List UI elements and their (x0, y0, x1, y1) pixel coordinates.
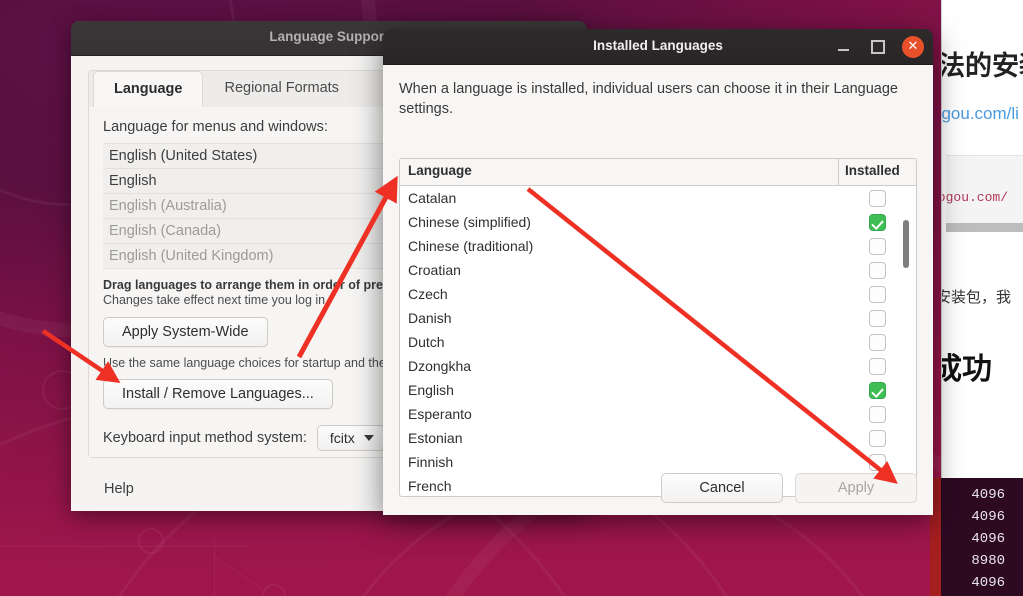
bg-link[interactable]: ogou.com/li (942, 104, 1019, 124)
language-name-cell: Dutch (408, 334, 445, 350)
table-row[interactable]: Chinese (traditional) (400, 234, 916, 258)
table-row[interactable]: Danish (400, 306, 916, 330)
installed-languages-titlebar[interactable]: Installed Languages ✕ (383, 29, 933, 65)
install-remove-languages-button[interactable]: Install / Remove Languages... (103, 379, 333, 409)
background-browser-page: 法的安装 ogou.com/li sogou.com/ 安装包，我 成功 (941, 0, 1023, 500)
table-row[interactable]: Estonian (400, 426, 916, 450)
tab-regional-formats[interactable]: Regional Formats (203, 70, 359, 107)
checkbox-unchecked-icon[interactable] (869, 237, 886, 255)
checkbox-unchecked-icon[interactable] (869, 357, 886, 375)
window-controls: ✕ (832, 29, 924, 64)
table-row[interactable]: Czech (400, 282, 916, 306)
keyboard-input-method-value: fcitx (329, 430, 355, 446)
minimize-button[interactable] (832, 36, 854, 58)
checkbox-unchecked-icon[interactable] (869, 429, 886, 447)
checkbox-unchecked-icon[interactable] (869, 405, 886, 423)
terminal-line: 4096 (971, 509, 1005, 525)
table-row[interactable]: Finnish (400, 450, 916, 474)
language-name-cell: Catalan (408, 190, 457, 206)
table-row[interactable]: Dutch (400, 330, 916, 354)
dialog-actions: Cancel Apply (661, 473, 917, 503)
checkbox-unchecked-icon[interactable] (869, 261, 886, 279)
language-name-cell: Chinese (traditional) (408, 238, 534, 254)
table-row[interactable]: Croatian (400, 258, 916, 282)
table-row[interactable]: English (400, 378, 916, 402)
terminal-line: 4096 (971, 531, 1005, 547)
table-row[interactable]: Catalan (400, 186, 916, 210)
terminal-line: 8980 (971, 553, 1005, 569)
language-name-cell: Croatian (408, 262, 461, 278)
background-terminal: 4096 4096 4096 8980 4096 (941, 478, 1023, 596)
terminal-line: 4096 (971, 575, 1005, 591)
keyboard-input-method-select[interactable]: fcitx (316, 425, 385, 451)
terminal-line: 4096 (971, 487, 1005, 503)
checkbox-checked-icon[interactable] (869, 213, 886, 231)
bg-heading-cn: 法的安装 (941, 51, 1023, 82)
bg-code-text: sogou.com/ (942, 190, 1009, 205)
chevron-down-icon (363, 435, 374, 441)
help-button[interactable]: Help (88, 477, 150, 501)
checkbox-unchecked-icon[interactable] (869, 453, 886, 471)
bg-paragraph-cn: 安装包，我 (941, 288, 1012, 306)
list-header: Language Installed (400, 159, 916, 186)
language-name-cell: Chinese (simplified) (408, 214, 531, 230)
table-row[interactable]: Chinese (simplified) (400, 210, 916, 234)
column-header-language[interactable]: Language (400, 159, 839, 185)
close-icon: ✕ (907, 39, 919, 54)
tab-language[interactable]: Language (93, 71, 204, 108)
language-name-cell: Finnish (408, 454, 454, 470)
language-name-cell: Dzongkha (408, 358, 472, 374)
language-name-cell: Danish (408, 310, 452, 326)
list-rows: Catalan Chinese (simplified) Chinese (trad… (400, 186, 916, 495)
bg-code-bar (946, 223, 1023, 232)
apply-system-wide-button[interactable]: Apply System-Wide (103, 317, 268, 347)
checkbox-unchecked-icon[interactable] (869, 189, 886, 207)
maximize-button[interactable] (867, 36, 889, 58)
dialog-description: When a language is installed, individual… (399, 81, 898, 117)
language-name-cell: Czech (408, 286, 448, 302)
language-name-cell: Esperanto (408, 406, 472, 422)
installed-languages-body: When a language is installed, individual… (383, 65, 933, 515)
maximize-icon (871, 39, 885, 54)
scrollbar-thumb[interactable] (903, 220, 909, 268)
table-row[interactable]: Dzongkha (400, 354, 916, 378)
checkbox-unchecked-icon[interactable] (869, 333, 886, 351)
screen: 法的安装 ogou.com/li sogou.com/ 安装包，我 成功 409… (0, 0, 1023, 596)
keyboard-input-method-label: Keyboard input method system: (103, 430, 307, 446)
checkbox-checked-icon[interactable] (869, 381, 886, 399)
close-button[interactable]: ✕ (902, 35, 924, 58)
minimize-icon (837, 49, 849, 51)
bg-heading2-cn: 成功 (942, 352, 992, 387)
list-scrollbar[interactable] (903, 163, 909, 466)
checkbox-unchecked-icon[interactable] (869, 285, 886, 303)
cancel-button[interactable]: Cancel (661, 473, 783, 503)
checkbox-unchecked-icon[interactable] (869, 309, 886, 327)
language-name-cell: Estonian (408, 430, 463, 446)
installed-languages-dialog: Installed Languages ✕ When a language is… (383, 29, 933, 515)
language-name-cell: English (408, 382, 454, 398)
apply-button[interactable]: Apply (795, 473, 917, 503)
installed-languages-list-frame: Language Installed Catalan Chinese (simpl… (399, 158, 917, 497)
table-row[interactable]: Esperanto (400, 402, 916, 426)
